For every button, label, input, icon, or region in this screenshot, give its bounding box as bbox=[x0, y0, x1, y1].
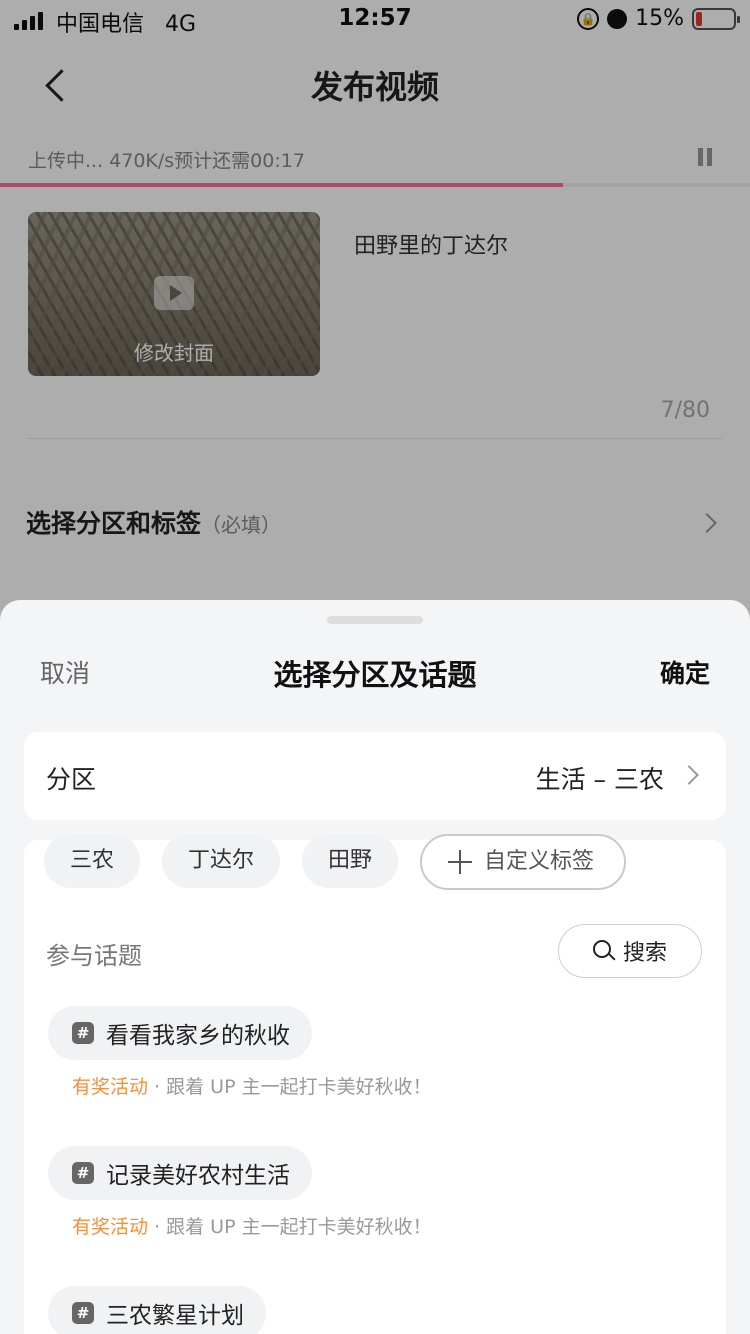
topic-item: # 三农繁星计划 bbox=[48, 1286, 266, 1334]
zone-label: 分区 bbox=[46, 765, 97, 794]
watermark: @稀土掘金技术社区 bbox=[579, 1294, 724, 1313]
chevron-right-icon bbox=[679, 765, 699, 785]
topic-item: # 看看我家乡的秋收 有奖活动 · 跟着 UP 主一起打卡美好秋收！ bbox=[48, 1006, 432, 1099]
add-custom-tag-label: 自定义标签 bbox=[484, 849, 595, 874]
confirm-button[interactable]: 确定 bbox=[660, 654, 710, 690]
search-button[interactable]: 搜索 bbox=[558, 924, 702, 978]
plus-icon bbox=[448, 850, 473, 874]
prize-badge: 有奖活动 bbox=[72, 1076, 149, 1098]
tag-chip[interactable]: 三农 bbox=[44, 834, 141, 888]
tag-chip[interactable]: 田野 bbox=[302, 834, 399, 888]
topic-description: 有奖活动 · 跟着 UP 主一起打卡美好秋收！ bbox=[72, 1212, 432, 1239]
topic-description: 有奖活动 · 跟着 UP 主一起打卡美好秋收！ bbox=[72, 1072, 432, 1099]
category-topic-sheet: 取消 选择分区及话题 确定 分区 生活 – 三农 三农 丁达尔 田野 自定义标签… bbox=[0, 600, 750, 1334]
topic-item: # 记录美好农村生活 有奖活动 · 跟着 UP 主一起打卡美好秋收！ bbox=[48, 1146, 432, 1239]
drag-handle[interactable] bbox=[327, 616, 423, 624]
topic-chip[interactable]: # 记录美好农村生活 bbox=[48, 1146, 312, 1200]
topic-desc-text: · 跟着 UP 主一起打卡美好秋收！ bbox=[148, 1216, 432, 1238]
topic-name: 三农繁星计划 bbox=[106, 1303, 244, 1329]
prize-badge: 有奖活动 bbox=[72, 1216, 149, 1238]
hashtag-icon: # bbox=[72, 1162, 94, 1184]
search-label: 搜索 bbox=[622, 941, 667, 966]
topic-desc-text: · 跟着 UP 主一起打卡美好秋收！ bbox=[148, 1076, 432, 1098]
topic-name: 看看我家乡的秋收 bbox=[106, 1023, 290, 1049]
zone-selector[interactable]: 分区 生活 – 三农 bbox=[24, 732, 726, 820]
topic-card: 三农 丁达尔 田野 自定义标签 参与话题 搜索 # 看看我家乡的秋收 有奖活动 … bbox=[24, 834, 726, 1334]
add-custom-tag-button[interactable]: 自定义标签 bbox=[420, 834, 627, 890]
topics-heading: 参与话题 bbox=[46, 942, 142, 970]
topic-name: 记录美好农村生活 bbox=[106, 1163, 290, 1189]
topic-chip[interactable]: # 看看我家乡的秋收 bbox=[48, 1006, 312, 1060]
tag-list: 三农 丁达尔 田野 自定义标签 bbox=[44, 834, 627, 890]
hashtag-icon: # bbox=[72, 1022, 94, 1044]
sheet-title: 选择分区及话题 bbox=[273, 658, 477, 692]
zone-value: 生活 – 三农 bbox=[535, 765, 664, 794]
tag-chip[interactable]: 丁达尔 bbox=[162, 834, 281, 888]
topic-chip[interactable]: # 三农繁星计划 bbox=[48, 1286, 266, 1334]
search-icon bbox=[592, 940, 615, 962]
hashtag-icon: # bbox=[72, 1302, 94, 1324]
